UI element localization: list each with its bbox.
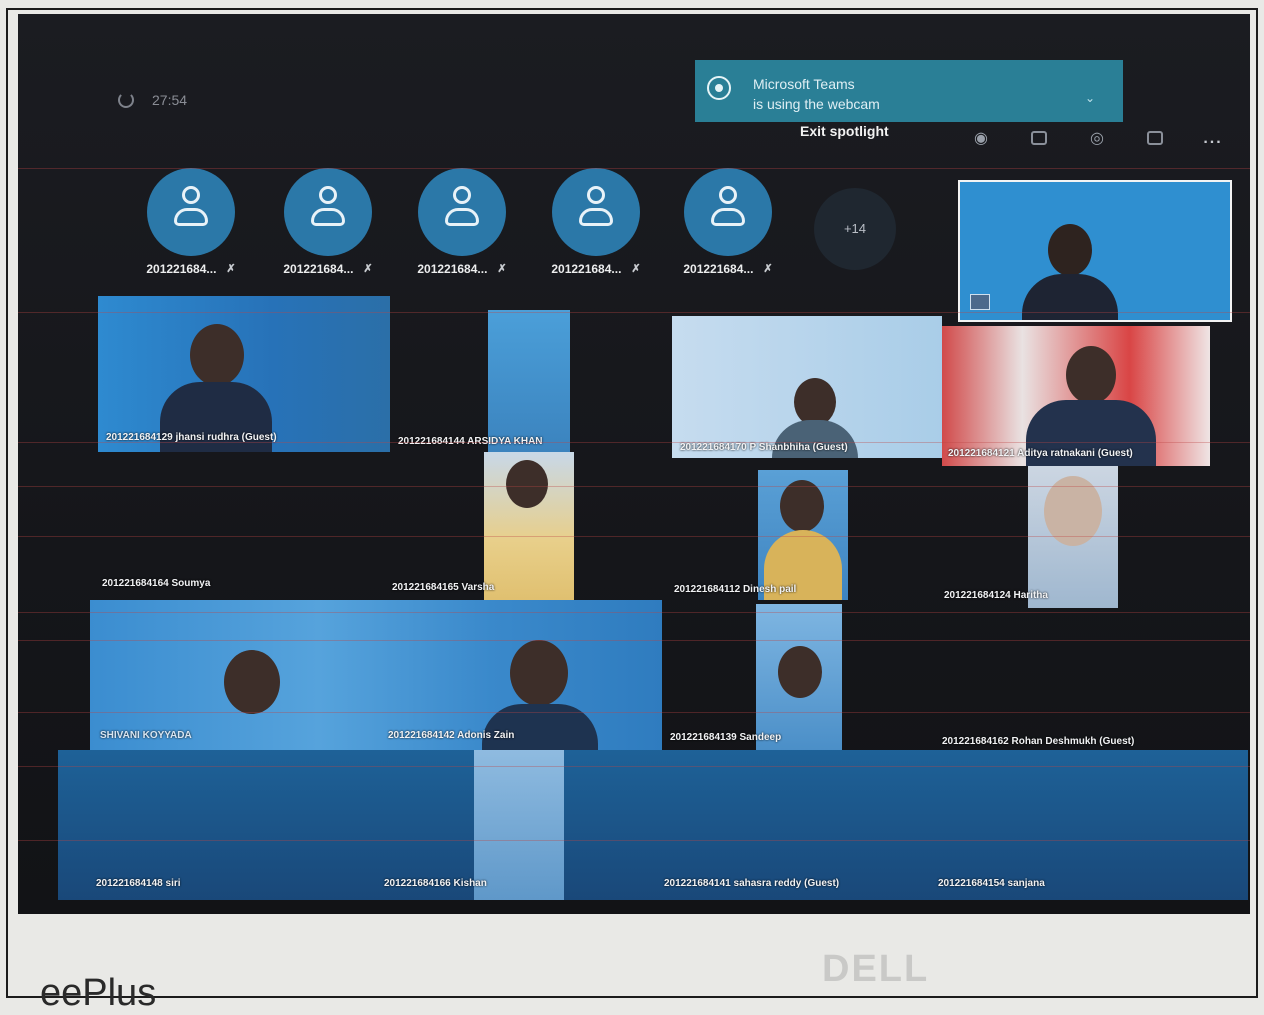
self-view-icon[interactable] <box>970 294 990 310</box>
share-screen-icon[interactable]: ◎ <box>1084 126 1110 152</box>
more-participants-button[interactable]: +14 <box>814 188 896 270</box>
person-icon <box>418 168 506 256</box>
corner-text: eePlus <box>40 972 157 1014</box>
webcam-icon <box>707 76 731 100</box>
participant-label: 201221684170 P Shanbhiha (Guest) <box>680 442 848 453</box>
mic-off-icon: ✗ <box>763 263 773 275</box>
spotlight-video-tile[interactable] <box>958 180 1232 322</box>
participant-label: 201221684162 Rohan Deshmukh (Guest) <box>942 736 1135 747</box>
notification-body: is using the webcam <box>753 96 880 112</box>
webcam-notification[interactable]: Microsoft Teams is using the webcam ⌄ <box>695 60 1123 122</box>
participant-label: SHIVANI KOYYADA <box>100 730 192 741</box>
participant-face <box>510 640 568 706</box>
participant-avatar[interactable]: 201221684... ✗ <box>668 168 788 276</box>
mic-off-icon: ✗ <box>631 263 641 275</box>
person-icon <box>147 168 235 256</box>
participant-avatar[interactable]: 201221684... ✗ <box>268 168 388 276</box>
participant-face <box>190 324 244 386</box>
video-tile[interactable]: 201221684170 P Shanbhiha (Guest) <box>672 316 942 458</box>
participant-label: 201221684124 Haritha <box>944 590 1048 601</box>
participant-face <box>794 378 836 426</box>
chevron-down-icon[interactable]: ⌄ <box>1085 88 1095 108</box>
participant-face <box>780 480 824 532</box>
person-icon <box>284 168 372 256</box>
participant-avatar[interactable]: 201221684... ✗ <box>402 168 522 276</box>
dell-logo: DELL <box>822 948 930 990</box>
participant-name: 201221684... <box>683 262 754 276</box>
participant-label: 201221684121 Aditya ratnakani (Guest) <box>948 448 1133 459</box>
participant-avatar[interactable]: 201221684... ✗ <box>131 168 251 276</box>
video-tile[interactable]: 201221684129 jhansi rudhra (Guest) <box>98 296 390 452</box>
participant-face <box>1048 224 1092 276</box>
participant-label: 201221684166 Kishan <box>384 878 487 889</box>
mic-off-icon: ✗ <box>363 263 373 275</box>
participant-label: 201221684154 sanjana <box>938 878 1045 889</box>
more-options-icon[interactable]: ... <box>1200 126 1226 152</box>
video-tile[interactable] <box>1028 466 1118 608</box>
video-tile[interactable] <box>488 310 570 452</box>
camera-icon[interactable]: ◉ <box>968 126 994 152</box>
participant-face <box>224 650 280 714</box>
video-tile[interactable] <box>484 452 574 600</box>
participant-label: 201221684142 Adonis Zain <box>388 730 515 741</box>
loading-icon <box>118 92 134 108</box>
meeting-toolbar: ◉ ◎ ... <box>968 126 1226 152</box>
person-icon <box>552 168 640 256</box>
participant-name: 201221684... <box>417 262 488 276</box>
participant-label: 201221684164 Soumya <box>102 578 211 589</box>
participant-body <box>482 704 598 750</box>
participant-avatar[interactable]: 201221684... ✗ <box>536 168 656 276</box>
participant-name: 201221684... <box>146 262 217 276</box>
video-tile[interactable] <box>756 604 842 750</box>
mic-off-icon: ✗ <box>497 263 507 275</box>
participant-label: 201221684141 sahasra reddy (Guest) <box>664 878 840 889</box>
chat-icon[interactable] <box>1142 126 1168 152</box>
call-timer-value: 27:54 <box>152 92 188 108</box>
participant-label: 201221684148 siri <box>96 878 181 889</box>
mic-off-icon: ✗ <box>226 263 236 275</box>
notification-title: Microsoft Teams <box>753 76 855 92</box>
participant-label: 201221684139 Sandeep <box>670 732 782 743</box>
participant-label: 201221684165 Varsha <box>392 582 495 593</box>
video-tile[interactable] <box>474 750 564 900</box>
call-timer: 27:54 <box>118 92 187 108</box>
video-tile[interactable]: SHIVANI KOYYADA 201221684142 Adonis Zain <box>90 600 662 750</box>
participant-body <box>1022 274 1118 320</box>
participant-name: 201221684... <box>551 262 622 276</box>
participant-face <box>506 460 548 508</box>
video-tile[interactable]: 201221684121 Aditya ratnakani (Guest) <box>942 326 1210 466</box>
participant-label: 201221684112 Dinesh pail <box>674 584 797 595</box>
video-tile[interactable] <box>758 470 848 600</box>
person-icon <box>684 168 772 256</box>
exit-spotlight-button[interactable]: Exit spotlight <box>800 123 889 139</box>
gallery-bottom-row <box>58 750 1248 900</box>
participant-face <box>1066 346 1116 404</box>
participant-face <box>778 646 822 698</box>
participant-name: 201221684... <box>283 262 354 276</box>
microphone-icon[interactable] <box>1026 126 1052 152</box>
